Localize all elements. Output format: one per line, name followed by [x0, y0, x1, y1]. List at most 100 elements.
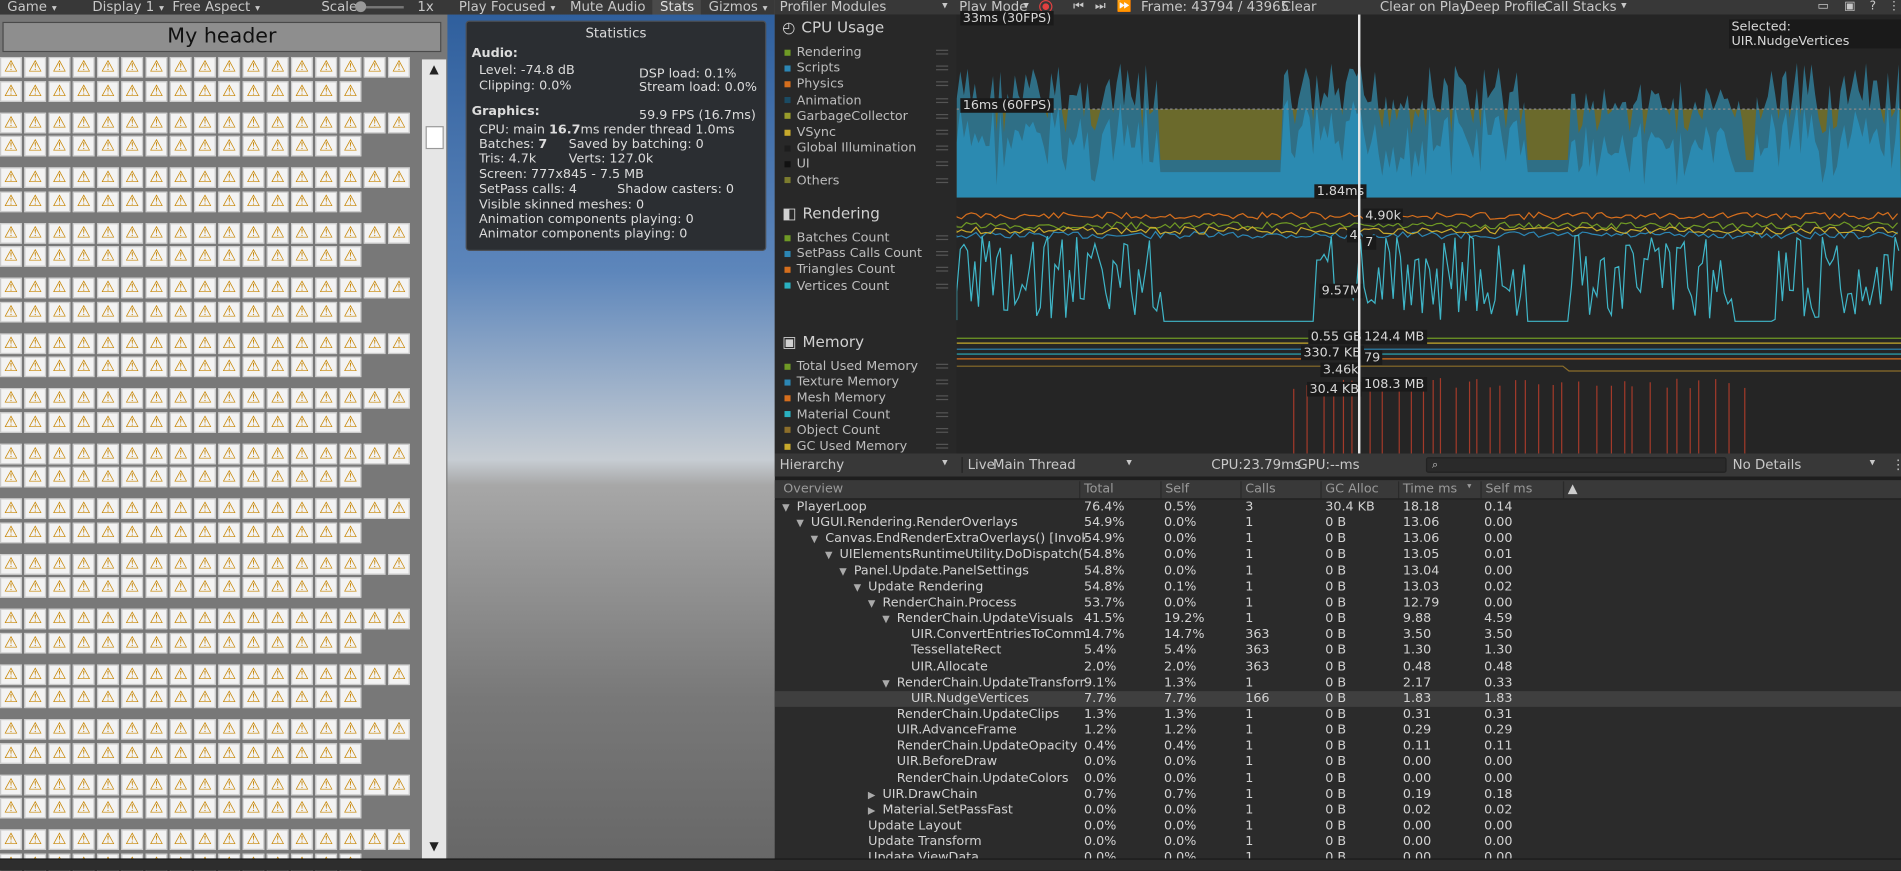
- first-frame-icon[interactable]: ⏮: [1073, 0, 1084, 15]
- collapsed-arrow-icon[interactable]: ▶: [868, 802, 880, 818]
- table-row[interactable]: ▼ RenderChain.Process 53.7% 0.0% 1 0 B 12.79 0.…: [775, 595, 1901, 611]
- table-row[interactable]: ▼ PlayerLoop 76.4% 0.5% 3 30.4 KB 18.18 0.14: [775, 500, 1901, 516]
- module-series-item[interactable]: Mesh Memory: [784, 391, 886, 405]
- drag-handle-icon[interactable]: [936, 113, 949, 119]
- view-dropdown[interactable]: Hierarchy: [780, 457, 844, 473]
- module-series-item[interactable]: Others: [784, 173, 839, 187]
- expanded-arrow-icon[interactable]: ▼: [882, 675, 894, 691]
- module-series-item[interactable]: Global Illumination: [784, 141, 916, 155]
- memory-chart[interactable]: [956, 329, 1901, 454]
- module-title[interactable]: ◧ Rendering: [782, 204, 880, 222]
- deep-profile-button[interactable]: Deep Profile: [1465, 0, 1546, 15]
- mute-audio-button[interactable]: Mute Audio: [563, 0, 653, 15]
- table-row[interactable]: ▼ UGUI.Rendering.RenderOverlays 54.9% 0.0% 1…: [775, 515, 1901, 531]
- expanded-arrow-icon[interactable]: ▼: [782, 500, 794, 516]
- module-series-item[interactable]: Scripts: [784, 61, 840, 75]
- drag-handle-icon[interactable]: [936, 395, 949, 401]
- table-row[interactable]: ▼UIElementsRuntimeUtility.DoDispatch(Rep…: [775, 547, 1901, 563]
- drag-handle-icon[interactable]: [936, 81, 949, 87]
- clear-button[interactable]: Clear: [1282, 0, 1317, 15]
- table-row[interactable]: UIR.NudgeVertices 7.7% 7.7% 166 0 B 1.83 1.83: [774, 690, 1901, 707]
- table-row[interactable]: RenderChain.UpdateOpacity 0.4% 0.4% 1 0 B 0.1…: [775, 739, 1901, 755]
- module-series-item[interactable]: GarbageCollector: [784, 109, 908, 123]
- column-header-cell[interactable]: Overview: [780, 481, 843, 498]
- drag-handle-icon[interactable]: [936, 145, 949, 151]
- rendering-chart[interactable]: [956, 199, 1901, 328]
- table-row[interactable]: UIR.BeforeDraw 0.0% 0.0% 1 0 B 0.00 0.00: [775, 755, 1901, 771]
- folder-icon[interactable]: ▭: [1818, 0, 1829, 15]
- clear-on-play-button[interactable]: Clear on Play: [1380, 0, 1468, 15]
- scroll-up-arrow-icon[interactable]: ▲: [422, 61, 446, 80]
- gizmos-dropdown[interactable]: Gizmos: [701, 0, 774, 15]
- module-series-item[interactable]: Object Count: [784, 423, 880, 437]
- drag-handle-icon[interactable]: [936, 363, 949, 369]
- drag-handle-icon[interactable]: [936, 427, 949, 433]
- table-row[interactable]: UIR.AdvanceFrame 1.2% 1.2% 1 0 B 0.29 0.29: [775, 723, 1901, 739]
- module-series-item[interactable]: GC Used Memory: [784, 439, 907, 453]
- module-series-item[interactable]: Physics: [784, 77, 844, 91]
- expanded-arrow-icon[interactable]: ▼: [882, 611, 894, 627]
- sort-descending-icon[interactable]: ▾: [1463, 481, 1471, 498]
- scrollbar-thumb[interactable]: [425, 126, 444, 150]
- drag-handle-icon[interactable]: [936, 161, 949, 167]
- column-header-cell[interactable]: GC Alloc: [1320, 481, 1379, 499]
- profiler-charts[interactable]: 33ms (30FPS) 16ms (60FPS) Selected: UIR.…: [956, 10, 1901, 454]
- module-title[interactable]: ◴ CPU Usage: [782, 18, 884, 36]
- save-icon[interactable]: ▣: [1844, 0, 1855, 15]
- drag-handle-icon[interactable]: [936, 251, 949, 257]
- drag-handle-icon[interactable]: [936, 235, 949, 241]
- drag-handle-icon[interactable]: [936, 443, 949, 449]
- drag-handle-icon[interactable]: [936, 49, 949, 55]
- expanded-arrow-icon[interactable]: ▼: [868, 595, 880, 611]
- column-header-cell[interactable]: Self: [1160, 481, 1189, 499]
- expanded-arrow-icon[interactable]: ▼: [825, 547, 837, 563]
- table-row[interactable]: RenderChain.UpdateColors 0.0% 0.0% 1 0 B 0.00…: [775, 771, 1901, 787]
- table-row[interactable]: RenderChain.UpdateClips 1.3% 1.3% 1 0 B 0.31 0…: [775, 707, 1901, 723]
- module-series-item[interactable]: Total Used Memory: [784, 359, 918, 373]
- expanded-arrow-icon[interactable]: ▼: [796, 515, 808, 531]
- drag-handle-icon[interactable]: [936, 97, 949, 103]
- module-series-item[interactable]: VSync: [784, 125, 836, 139]
- module-series-item[interactable]: Texture Memory: [784, 375, 899, 389]
- warning-filter-icon[interactable]: ▲: [1562, 481, 1578, 499]
- live-toggle[interactable]: Live: [961, 457, 995, 473]
- frame-cursor[interactable]: [1358, 14, 1361, 454]
- drag-handle-icon[interactable]: [936, 267, 949, 273]
- drag-handle-icon[interactable]: [936, 411, 949, 417]
- table-row[interactable]: Update Layout 0.0% 0.0% 1 0 B 0.00 0.00: [775, 818, 1901, 834]
- module-title[interactable]: ▣ Memory: [782, 332, 864, 350]
- help-icon[interactable]: ?: [1870, 0, 1876, 15]
- table-row[interactable]: ▼ Update Rendering 54.8% 0.1% 1 0 B 13.03 0.02: [775, 579, 1901, 595]
- module-series-item[interactable]: Animation: [784, 93, 862, 107]
- module-series-item[interactable]: Material Count: [784, 407, 890, 421]
- modules-chevron-down-icon[interactable]: ▾: [942, 0, 947, 15]
- column-header-cell[interactable]: Calls: [1240, 481, 1276, 499]
- table-row[interactable]: ▼ Canvas.EndRenderExtraOverlays() [Invoke…: [775, 531, 1901, 547]
- game-view[interactable]: My header ⚠ ⚠ ⚠ ⚠ ⚠ ⚠ ⚠ ⚠ ⚠ ⚠ ⚠ ⚠ ⚠ ⚠ ⚠ ⚠ ⚠ ⚠ ⚠ ⚠ ⚠ ⚠ ⚠ ⚠ ⚠ ⚠ ⚠ ⚠ ⚠ ⚠…: [0, 0, 775, 871]
- module-series-item[interactable]: Batches Count: [784, 230, 890, 245]
- drag-handle-icon[interactable]: [936, 129, 949, 135]
- stats-button[interactable]: Stats: [652, 0, 702, 15]
- next-frame-icon[interactable]: ⏭: [1095, 0, 1106, 15]
- profiler-modules-dropdown[interactable]: Profiler Modules: [780, 0, 887, 15]
- column-header-cell[interactable]: Total: [1079, 481, 1114, 499]
- table-row[interactable]: UIR.Allocate 2.0% 2.0% 363 0 B 0.48 0.48: [775, 659, 1901, 675]
- hierarchy-table[interactable]: ▼ PlayerLoop 76.4% 0.5% 3 30.4 KB 18.18 0.14 ▼ UG…: [774, 499, 1901, 871]
- column-header-cell[interactable]: Time ms: [1398, 481, 1457, 499]
- aspect-dropdown[interactable]: Free Aspect: [165, 0, 314, 15]
- column-header-cell[interactable]: Self ms: [1480, 481, 1532, 499]
- table-row[interactable]: ▶ UIR.DrawChain 0.7% 0.7% 1 0 B 0.19 0.18: [775, 787, 1901, 803]
- table-row[interactable]: Update Transform 0.0% 0.0% 1 0 B 0.00 0.00: [775, 834, 1901, 850]
- drag-handle-icon[interactable]: [936, 379, 949, 385]
- scale-slider[interactable]: [355, 0, 410, 15]
- module-series-item[interactable]: Vertices Count: [784, 278, 889, 293]
- table-row[interactable]: ▼ RenderChain.UpdateVisuals 41.5% 19.2% 1 0 B…: [775, 611, 1901, 627]
- table-row[interactable]: ▼ RenderChain.UpdateTransforms 9.1% 1.3% 1 0 …: [775, 675, 1901, 691]
- module-series-item[interactable]: Triangles Count: [784, 262, 895, 277]
- drag-handle-icon[interactable]: [936, 283, 949, 289]
- thread-dropdown[interactable]: Main Thread: [993, 457, 1076, 473]
- call-stacks-dropdown[interactable]: Call Stacks: [1544, 0, 1617, 15]
- expanded-arrow-icon[interactable]: ▼: [839, 563, 851, 579]
- drag-handle-icon[interactable]: [936, 177, 949, 183]
- scroll-down-arrow-icon[interactable]: ▼: [422, 838, 446, 857]
